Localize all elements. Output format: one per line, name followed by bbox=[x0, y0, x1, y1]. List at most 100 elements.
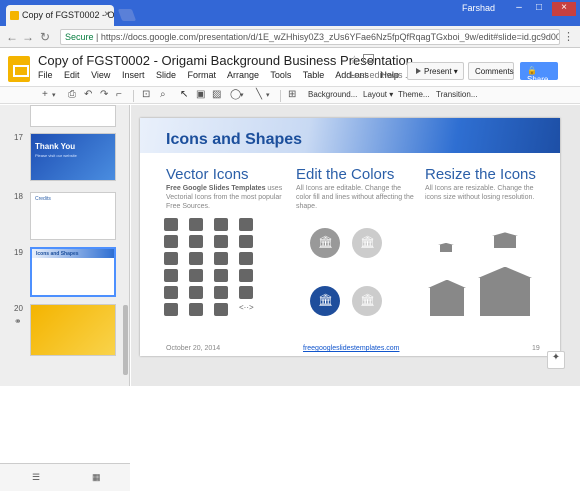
col-text-vector[interactable]: Free Google Slides Templates uses Vector… bbox=[166, 184, 286, 211]
undo-icon[interactable]: ↶ bbox=[84, 89, 92, 100]
filmstrip-view-icon[interactable]: ☰ bbox=[32, 472, 40, 483]
bluetooth-icon[interactable] bbox=[239, 252, 253, 265]
menu-file[interactable]: File bbox=[38, 70, 53, 80]
menu-format[interactable]: Format bbox=[188, 70, 217, 80]
bank-icon[interactable] bbox=[189, 218, 203, 231]
menu-arrange[interactable]: Arrange bbox=[227, 70, 259, 80]
transition-button[interactable]: Transition... bbox=[436, 90, 478, 99]
unlock-icon[interactable] bbox=[164, 252, 178, 265]
share-button[interactable]: 🔒 Share bbox=[520, 62, 558, 84]
bank-circle-gray-icon[interactable] bbox=[310, 228, 340, 258]
bank-circle-mixed-icon[interactable] bbox=[352, 286, 382, 316]
slide-thumbnail[interactable]: Thank You Please visit our website bbox=[30, 133, 116, 181]
layout-button[interactable]: Layout ▾ bbox=[363, 90, 393, 99]
download-icon[interactable] bbox=[214, 218, 228, 231]
new-slide-dropdown-icon[interactable]: ▾ bbox=[52, 91, 56, 99]
redo-icon[interactable]: ↷ bbox=[100, 89, 108, 100]
gear-icon[interactable] bbox=[239, 218, 253, 231]
col-text-colors[interactable]: All Icons are editable. Change the color… bbox=[296, 184, 416, 211]
user-profile[interactable]: Farshad bbox=[462, 3, 495, 13]
filmstrip-scrollbar[interactable] bbox=[123, 305, 128, 375]
comments-button[interactable]: Comments bbox=[468, 62, 514, 80]
wallet-icon[interactable] bbox=[214, 252, 228, 265]
lock-icon[interactable] bbox=[164, 235, 178, 248]
window-close-icon[interactable]: × bbox=[552, 2, 576, 16]
line-icon[interactable]: ╲ bbox=[256, 89, 262, 100]
col-text-resize[interactable]: All Icons are resizable. Change the icon… bbox=[425, 184, 550, 202]
col-heading-colors[interactable]: Edit the Colors bbox=[296, 166, 394, 183]
add-comment-icon[interactable]: ⊞ bbox=[288, 89, 296, 100]
slide-thumbnail[interactable] bbox=[30, 304, 116, 356]
tablet-icon[interactable] bbox=[214, 269, 228, 282]
col-heading-resize[interactable]: Resize the Icons bbox=[425, 166, 536, 183]
print-icon[interactable]: ⎙ bbox=[68, 89, 76, 100]
tab-close-icon[interactable]: × bbox=[104, 9, 110, 20]
bank-xlarge-icon[interactable] bbox=[480, 278, 530, 316]
present-button[interactable]: Present ▾ bbox=[407, 62, 464, 80]
slide-thumbnail[interactable] bbox=[30, 105, 116, 127]
menu-table[interactable]: Table bbox=[303, 70, 325, 80]
maximize-icon[interactable]: □ bbox=[530, 2, 548, 16]
back-icon[interactable]: ← bbox=[6, 30, 18, 44]
col-text-vector-bold: Free Google Slides Templates bbox=[166, 185, 266, 192]
calendar-icon[interactable] bbox=[189, 252, 203, 265]
user-icon[interactable] bbox=[189, 235, 203, 248]
reload-icon[interactable]: ↻ bbox=[40, 30, 50, 44]
select-icon[interactable]: ↖ bbox=[180, 89, 188, 100]
menu-view[interactable]: View bbox=[91, 70, 110, 80]
new-slide-icon[interactable]: + bbox=[42, 89, 48, 100]
last-edit-link[interactable]: Last edit was ... bbox=[350, 70, 413, 80]
shape-dropdown-icon[interactable]: ▾ bbox=[240, 91, 244, 99]
thumbs-down-icon[interactable] bbox=[214, 286, 228, 299]
bank-circle-blue-icon[interactable] bbox=[310, 286, 340, 316]
history-icon[interactable] bbox=[239, 235, 253, 248]
slide-footer-link[interactable]: freegoogleslidestemplates.com bbox=[303, 345, 400, 352]
browser-menu-icon[interactable]: ⋮ bbox=[563, 30, 574, 43]
user-circle-icon[interactable] bbox=[189, 303, 203, 316]
slide-thumbnail[interactable]: Credits bbox=[30, 192, 116, 240]
bank-large-icon[interactable] bbox=[430, 288, 464, 316]
tags-icon[interactable] bbox=[164, 286, 178, 299]
menu-insert[interactable]: Insert bbox=[122, 70, 145, 80]
menu-slide[interactable]: Slide bbox=[156, 70, 176, 80]
thumbs-up-icon[interactable] bbox=[214, 303, 228, 316]
grid-view-icon[interactable]: ▦ bbox=[92, 472, 101, 483]
user-square-icon[interactable] bbox=[189, 286, 203, 299]
unlock-alt-icon[interactable] bbox=[164, 269, 178, 282]
explore-icon[interactable]: ✦ bbox=[547, 351, 565, 369]
bank-medium-icon[interactable] bbox=[494, 236, 516, 248]
zoom-dropdown-icon[interactable]: ⌕ bbox=[160, 89, 166, 100]
background-button[interactable]: Background... bbox=[308, 90, 357, 99]
slides-logo-icon[interactable] bbox=[8, 56, 30, 82]
window-icon[interactable] bbox=[214, 235, 228, 248]
contact-icon[interactable] bbox=[189, 269, 203, 282]
book-icon[interactable] bbox=[239, 286, 253, 299]
paint-format-icon[interactable]: ⌐ bbox=[116, 89, 122, 100]
zoom-icon[interactable]: ⊡ bbox=[142, 89, 150, 100]
col-heading-vector[interactable]: Vector Icons bbox=[166, 166, 249, 183]
slide-canvas[interactable]: Icons and Shapes Vector Icons Free Googl… bbox=[140, 118, 560, 356]
minimize-icon[interactable]: – bbox=[510, 2, 528, 16]
textbox-icon[interactable]: ▣ bbox=[196, 89, 205, 100]
url-input[interactable]: Secure | https://docs.google.com/present… bbox=[60, 29, 560, 45]
theme-button[interactable]: Theme... bbox=[398, 90, 430, 99]
sign-in-icon[interactable] bbox=[164, 303, 178, 316]
share-label: Share bbox=[527, 75, 549, 84]
slide-thumbnail-selected[interactable]: Icons and Shapes bbox=[30, 247, 116, 297]
bank-circle-light-icon[interactable] bbox=[352, 228, 382, 258]
star-icon[interactable]: ☆ bbox=[349, 53, 360, 67]
slide-title[interactable]: Icons and Shapes bbox=[166, 131, 302, 149]
code-icon[interactable]: <··> bbox=[239, 303, 254, 316]
list-icon[interactable] bbox=[164, 218, 178, 231]
slide-filmstrip[interactable]: 17 Thank You Please visit our website 18… bbox=[0, 105, 130, 491]
new-tab-button[interactable] bbox=[117, 9, 137, 21]
image-icon[interactable]: ▨ bbox=[212, 89, 221, 100]
bank-small-icon[interactable] bbox=[440, 245, 452, 252]
browser-tab[interactable]: Copy of FGST0002 - Orig × bbox=[6, 5, 114, 26]
mobile-icon[interactable] bbox=[239, 269, 253, 282]
menu-edit[interactable]: Edit bbox=[64, 70, 80, 80]
line-dropdown-icon[interactable]: ▾ bbox=[266, 91, 270, 99]
forward-icon[interactable]: → bbox=[22, 30, 34, 44]
folder-icon[interactable] bbox=[363, 54, 374, 63]
menu-tools[interactable]: Tools bbox=[270, 70, 291, 80]
